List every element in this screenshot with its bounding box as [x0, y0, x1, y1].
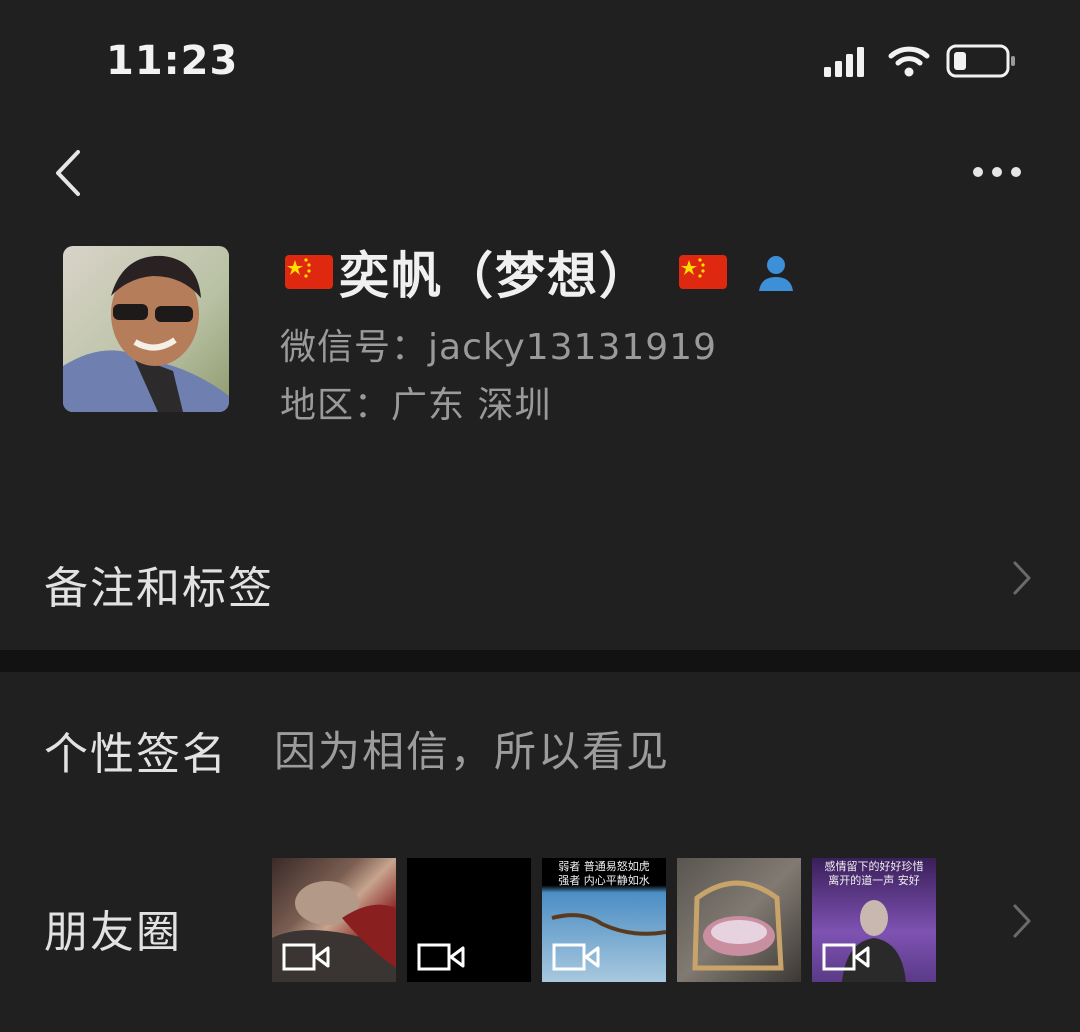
wifi-icon	[888, 46, 930, 77]
video-icon	[552, 943, 600, 971]
profile-name: 奕帆（梦想）	[339, 247, 651, 305]
video-icon	[417, 943, 465, 971]
video-icon	[822, 943, 870, 971]
status-time: 11:23	[106, 38, 239, 84]
profile-name-row: 奕帆（梦想）	[285, 236, 797, 308]
avatar[interactable]	[63, 246, 229, 412]
moments-thumb[interactable]	[407, 858, 531, 982]
chevron-right-icon[interactable]	[1010, 901, 1034, 941]
back-icon[interactable]	[50, 148, 86, 198]
signature-label: 个性签名	[44, 729, 228, 780]
wechat-id-label: 微信号：	[280, 327, 429, 368]
signature-value: 因为相信，所以看见	[274, 727, 671, 776]
china-flag-icon	[679, 255, 727, 289]
wechat-id-value: jacky13131919	[428, 327, 717, 368]
section-divider	[0, 650, 1080, 672]
region-label: 地区：	[280, 385, 392, 426]
moments-thumbnails[interactable]: 弱者 普通易怒如虎 强者 内心平静如水 感情留下的好好珍惜 离开的道一声 安好	[272, 858, 936, 982]
wechat-id: 微信号：jacky13131919	[280, 318, 717, 370]
moments-thumb[interactable]	[272, 858, 396, 982]
user-icon[interactable]	[755, 251, 797, 293]
china-flag-icon	[285, 255, 333, 289]
region-value: 广东 深圳	[391, 385, 552, 426]
moments-label[interactable]: 朋友圈	[44, 896, 182, 960]
moments-thumb[interactable]: 感情留下的好好珍惜 离开的道一声 安好	[812, 858, 936, 982]
notes-tags-row[interactable]: 备注和标签	[44, 552, 274, 616]
chevron-right-icon[interactable]	[1010, 558, 1034, 598]
more-icon[interactable]	[970, 162, 1024, 182]
video-icon	[282, 943, 330, 971]
signal-icon	[824, 47, 864, 77]
moments-thumb[interactable]	[677, 858, 801, 982]
region: 地区：广东 深圳	[280, 376, 551, 428]
battery-icon	[946, 44, 1015, 78]
moments-thumb[interactable]: 弱者 普通易怒如虎 强者 内心平静如水	[542, 858, 666, 982]
